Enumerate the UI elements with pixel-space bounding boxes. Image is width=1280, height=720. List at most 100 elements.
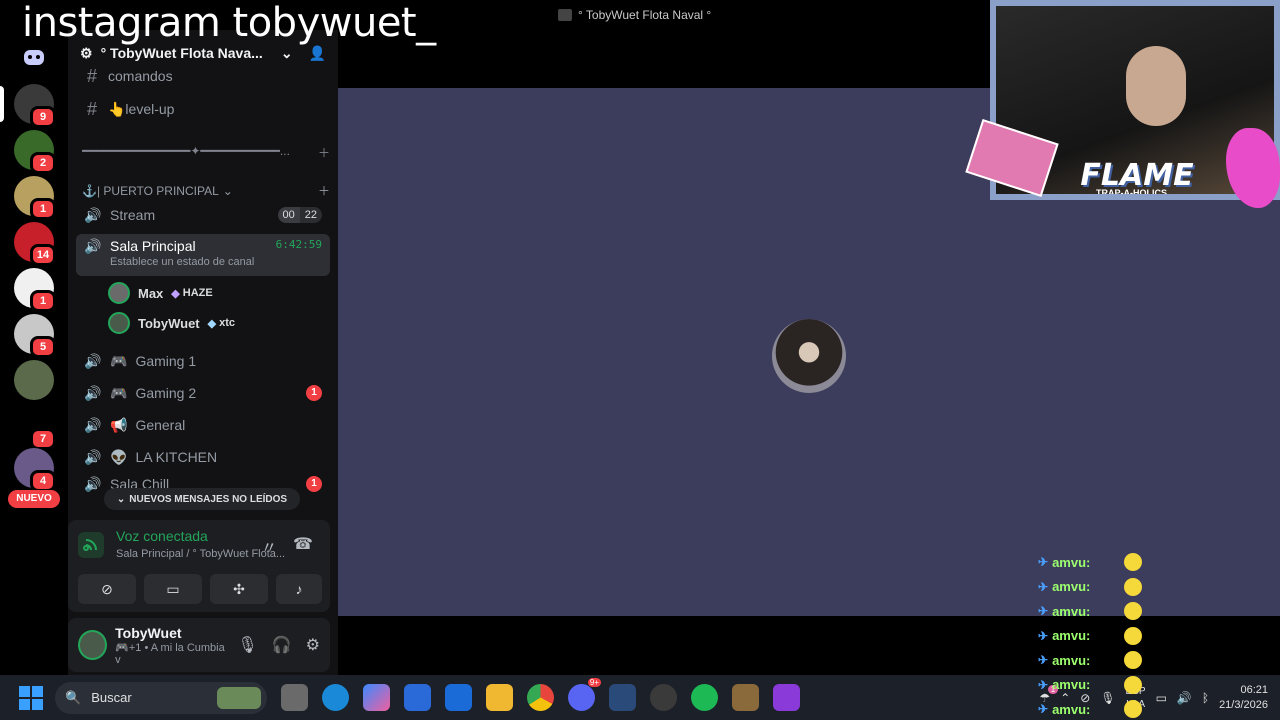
speaker-icon: 🔊 — [84, 207, 102, 223]
member-tag: ◆ xtc — [207, 317, 235, 330]
search-highlight-image — [217, 686, 261, 709]
server-icon[interactable]: 1 — [14, 268, 56, 312]
new-unread-pill[interactable]: NUEVO — [8, 490, 60, 508]
voice-channel-la-kitchen[interactable]: 🔊 👽 LA KITCHEN — [76, 442, 330, 472]
spotify-icon[interactable] — [691, 684, 718, 711]
new-messages-pill[interactable]: ⌄ NUEVOS MENSAJES NO LEÍDOS — [104, 488, 300, 510]
store-icon[interactable] — [404, 684, 431, 711]
steam-icon[interactable] — [609, 684, 636, 711]
avatar — [108, 312, 130, 334]
clipchamp-icon[interactable] — [773, 684, 800, 711]
pin-icon: ✈ — [1038, 628, 1049, 643]
voice-channel-gaming-1[interactable]: 🔊 🎮 Gaming 1 — [76, 346, 330, 376]
unread-badge: 5 — [30, 336, 56, 358]
obs-icon[interactable] — [650, 684, 677, 711]
tag-label: xtc — [219, 317, 235, 329]
server-icon[interactable]: 4 — [14, 448, 56, 492]
volume-icon[interactable]: 🔊 — [1177, 691, 1192, 705]
pin-icon: ✈ — [1038, 677, 1049, 692]
pin-icon: ✈ — [1038, 604, 1049, 619]
voice-channel-general[interactable]: 🔊 📢 General — [76, 410, 330, 440]
category-puerto-principal[interactable]: ⚓| PUERTO PRINCIPAL ⌄ ＋ — [82, 182, 330, 199]
chat-line: ✈ amvu: — [1038, 624, 1158, 649]
channel-label: comandos — [108, 68, 173, 84]
pin-icon: ✈ — [1038, 555, 1049, 570]
add-icon[interactable]: ＋ — [318, 144, 330, 161]
call-timer: 6:42:59 — [275, 238, 322, 251]
task-view-icon[interactable] — [281, 684, 308, 711]
username[interactable]: TobyWuet — [115, 625, 229, 641]
server-icon[interactable]: 9 — [14, 84, 56, 128]
speaker-icon: 🔊 — [84, 238, 102, 254]
taskbar-search[interactable]: 🔍 Buscar — [55, 681, 267, 714]
speaker-icon: 🔊 — [84, 417, 102, 433]
voice-status[interactable]: Voz conectada — [116, 528, 208, 544]
divider-channel[interactable]: ━━━━━━━━━━━━━━━✦━━━━━━━━━━━... ＋ — [82, 144, 330, 161]
voice-channel-sala-principal[interactable]: 🔊 Sala Principal 6:42:59 Establece un es… — [76, 234, 330, 276]
chevron-down-icon: ⌄ — [280, 44, 293, 61]
server-icon[interactable] — [14, 360, 54, 400]
server-icon[interactable]: 5 — [14, 314, 56, 358]
chat-user: amvu: — [1052, 628, 1091, 644]
voice-connection-panel: Voz conectada Sala Principal / ° TobyWue… — [68, 520, 330, 612]
chat-line: ✈ amvu: — [1038, 648, 1158, 673]
headphones-icon[interactable]: 🎧 — [272, 635, 292, 655]
file-explorer-icon[interactable] — [486, 684, 513, 711]
unread-badge: 1 — [30, 290, 56, 312]
emoji-icon — [1124, 553, 1143, 572]
avatar — [108, 282, 130, 304]
unread-badge: 9 — [30, 106, 56, 128]
unread-badge: 1 — [306, 385, 322, 401]
channel-level-up[interactable]: # 👆level-up — [76, 94, 330, 124]
windows-start-icon[interactable] — [19, 685, 43, 710]
noise-suppression-icon[interactable]: 〃 — [258, 534, 280, 557]
add-channel-icon[interactable]: ＋ — [318, 182, 330, 199]
voice-channel-gaming-2[interactable]: 🔊 🎮 Gaming 2 1 — [76, 378, 330, 408]
chat-user: amvu: — [1052, 652, 1091, 668]
chevron-down-icon: ⌄ — [116, 493, 126, 505]
minecraft-icon[interactable] — [732, 684, 759, 711]
server-icon[interactable]: 7 — [14, 406, 56, 450]
invite-user-icon[interactable]: 👤 — [309, 45, 326, 62]
disconnect-icon[interactable]: ☎ — [292, 534, 314, 554]
channel-comandos[interactable]: # comandos — [76, 62, 330, 90]
clock[interactable]: 06:21 21/3/2026 — [1219, 683, 1268, 713]
server-icon[interactable]: 1 — [14, 176, 56, 220]
category-label: ⚓| PUERTO PRINCIPAL — [82, 183, 219, 198]
outlook-icon[interactable] — [445, 684, 472, 711]
discord-icon[interactable]: 9+ — [568, 678, 601, 711]
screen-share-button[interactable]: ▭ — [144, 574, 202, 604]
edge-icon[interactable] — [322, 684, 349, 711]
clock-time: 06:21 — [1240, 683, 1268, 696]
participant-avatar[interactable] — [772, 319, 846, 393]
voice-member[interactable]: Max ◆ HAZE — [108, 280, 213, 306]
chrome-icon[interactable] — [527, 684, 554, 711]
settings-gear-icon[interactable]: ⚙ — [306, 635, 320, 655]
emoji-icon — [1124, 602, 1143, 621]
channel-status[interactable]: Establece un estado de canal — [110, 256, 322, 268]
flame-subtitle: TRAP-A-HOLICS — [1096, 188, 1167, 198]
hash-icon: # — [86, 98, 97, 119]
bluetooth-icon[interactable]: ᛒ — [1202, 691, 1209, 705]
guild-name: ° TobyWuet Flota Nava... — [100, 45, 263, 61]
count-current: 00 — [277, 207, 300, 223]
channel-label: Gaming 1 — [135, 353, 197, 369]
gamepad-icon: 🎮 — [110, 352, 128, 369]
hash-icon: # — [86, 65, 97, 86]
voice-member[interactable]: TobyWuet ◆ xtc — [108, 310, 235, 336]
active-server-pill — [0, 86, 4, 122]
avatar[interactable] — [78, 630, 108, 660]
soundboard-button[interactable]: ♪ — [276, 574, 322, 604]
activities-button[interactable]: ✣ — [210, 574, 268, 604]
signal-icon[interactable] — [78, 532, 104, 558]
copilot-icon[interactable] — [363, 684, 390, 711]
camera-button[interactable]: ⊘ — [78, 574, 136, 604]
emoji-icon — [1124, 626, 1143, 645]
screen-share-icon: ▭ — [166, 580, 180, 597]
microphone-icon[interactable]: 🎙 — [237, 635, 257, 655]
chat-line: ✈ amvu: — [1038, 550, 1158, 575]
server-icon[interactable]: 2 — [14, 130, 56, 174]
alien-icon: 👽 — [110, 448, 128, 465]
server-icon[interactable]: 14 — [14, 222, 56, 266]
voice-channel-stream[interactable]: 🔊 Stream 00 22 — [76, 200, 330, 230]
